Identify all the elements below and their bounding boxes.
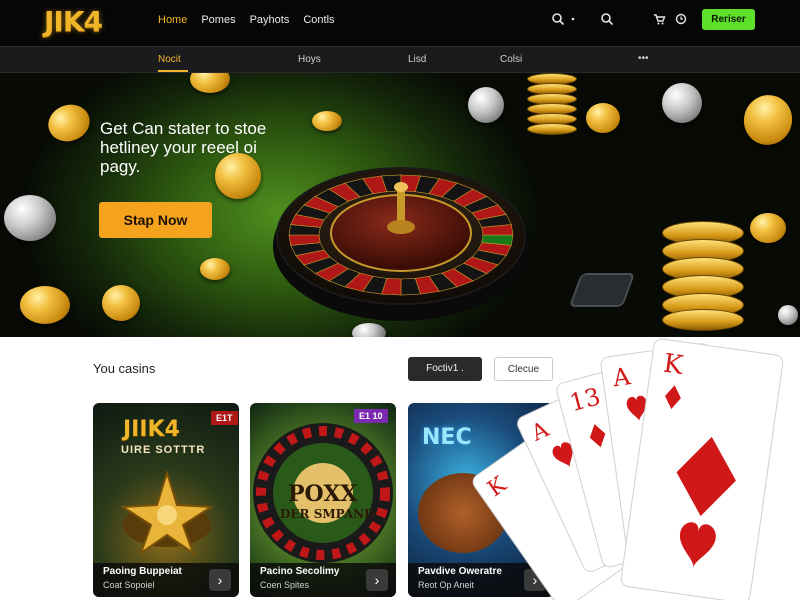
card-badge: E1 10 (354, 409, 388, 423)
start-now-button[interactable]: Stap Now (99, 202, 212, 238)
clock-icon[interactable] (673, 12, 689, 28)
card-subtitle: Coat Sopoiel (103, 580, 155, 590)
subnav-item-colsi[interactable]: Colsi (500, 54, 522, 65)
gold-coin-icon (312, 111, 342, 131)
section-title: You casins (93, 361, 156, 376)
gold-coin-icon (102, 285, 140, 321)
dice-icon (568, 273, 636, 307)
star-emblem-icon (119, 469, 215, 555)
card-footer: Pacino Secolimy Coen Spites › (250, 563, 396, 597)
card-badge: E1T (211, 411, 238, 425)
silver-chip-icon (468, 87, 504, 123)
playing-cards-fan: K A 13 A K (472, 338, 784, 600)
card-art-subtitle: DER SMPAND (280, 507, 375, 521)
nav-item-home[interactable]: Home (158, 14, 187, 26)
silver-chip-icon (778, 305, 798, 325)
nav-item-contls[interactable]: Contls (303, 14, 334, 26)
register-button[interactable]: Reriser (702, 9, 755, 30)
card-art-title: JIIK4 (123, 417, 180, 442)
chevron-right-icon[interactable]: › (366, 569, 388, 591)
card-title: Paoing Buppeiat (103, 566, 182, 577)
search-icon[interactable] (599, 12, 615, 28)
main-nav: Home Pomes Payhots Contls (158, 14, 335, 26)
search-icon[interactable] (550, 12, 566, 28)
subnav-item-hoys[interactable]: Hoys (298, 54, 321, 65)
silver-chip-icon (4, 195, 56, 241)
brand-logo[interactable]: JIK4 (44, 5, 103, 38)
sub-nav: Nocit Hoys Lisd Colsi ••• (0, 46, 800, 73)
silver-chip-icon (662, 83, 702, 123)
card-footer: Paoing Buppeiat Coat Sopoiel › (93, 563, 239, 597)
coin-stack-icon (527, 73, 577, 135)
cart-icon[interactable] (651, 12, 667, 28)
card-subtitle: Coen Spites (260, 580, 310, 590)
gold-coin-icon (736, 88, 800, 152)
gold-coin-icon (20, 286, 70, 324)
card-art-subtitle: UIRE SOTTTR (121, 444, 206, 456)
game-card[interactable]: JIIK4 UIRE SOTTTR E1T Paoing Buppeiat Co… (93, 403, 239, 597)
subnav-item-nocit[interactable]: Nocit (158, 54, 181, 65)
chevron-right-icon[interactable]: › (209, 569, 231, 591)
more-menu-icon[interactable]: ••• (638, 53, 649, 64)
nav-item-pomes[interactable]: Pomes (201, 14, 235, 26)
gold-coin-icon (586, 103, 620, 133)
gold-coin-icon (750, 213, 786, 243)
card-title: Pacino Secolimy (260, 566, 340, 577)
silver-chip-icon (352, 323, 386, 337)
nav-item-payhots[interactable]: Payhots (250, 14, 290, 26)
top-header: JIK4 Home Pomes Payhots Contls Reriser (0, 0, 800, 46)
subnav-active-indicator (158, 70, 188, 72)
casino-landing-page: JIK4 Home Pomes Payhots Contls Reriser N… (0, 0, 800, 600)
roulette-wheel-icon (273, 167, 529, 321)
card-art-title: POXX (288, 481, 358, 507)
game-card[interactable]: E1 10 POXX DER SMPAND Pacino Secolimy Co… (250, 403, 396, 597)
gold-coin-icon (43, 98, 95, 148)
dots-icon[interactable] (565, 12, 581, 28)
hero-title: Get Can stater to stoe hetliney your ree… (100, 119, 267, 176)
coin-stack-icon (662, 221, 744, 331)
gold-coin-icon (190, 73, 230, 93)
gold-coin-icon (200, 258, 230, 280)
hero-banner: Get Can stater to stoe hetliney your ree… (0, 73, 800, 337)
subnav-item-lisd[interactable]: Lisd (408, 54, 426, 65)
